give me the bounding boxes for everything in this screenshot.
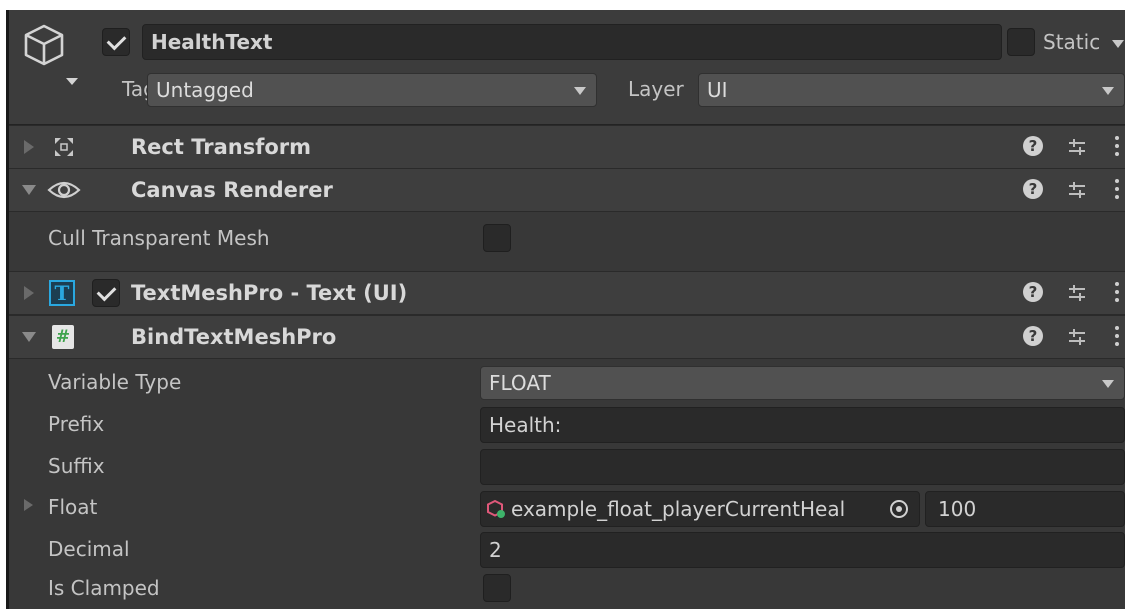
- foldout-expanded-icon[interactable]: [22, 185, 36, 195]
- canvas-renderer-header[interactable]: Canvas Renderer ?: [6, 168, 1125, 212]
- component-header-icons: ?: [1015, 316, 1125, 358]
- component-header-icons: ?: [1015, 169, 1125, 211]
- static-dropdown-icon[interactable]: [1112, 40, 1124, 48]
- cull-transparent-mesh-label: Cull Transparent Mesh: [48, 226, 270, 250]
- kebab-menu-icon[interactable]: [1115, 282, 1119, 306]
- component-header-icons: ?: [1015, 126, 1125, 168]
- eye-icon: [46, 176, 82, 204]
- layer-label: Layer: [628, 77, 684, 101]
- chevron-down-icon: [1102, 380, 1114, 388]
- float-label: Float: [48, 495, 98, 519]
- variable-type-label: Variable Type: [48, 370, 182, 394]
- help-icon[interactable]: ?: [1023, 326, 1043, 346]
- foldout-expanded-icon[interactable]: [22, 332, 36, 342]
- is-clamped-checkbox[interactable]: [483, 574, 511, 602]
- rect-transform-icon: [52, 135, 76, 159]
- suffix-input[interactable]: [480, 449, 1125, 485]
- float-reference-name: example_float_playerCurrentHeal: [511, 497, 846, 521]
- presets-icon[interactable]: [1067, 180, 1087, 204]
- chevron-down-icon: [574, 87, 586, 95]
- is-clamped-label: Is Clamped: [48, 576, 160, 600]
- component-title: TextMeshPro - Text (UI): [131, 281, 408, 305]
- float-value-input[interactable]: 100: [925, 491, 1125, 527]
- tag-dropdown[interactable]: Untagged: [147, 73, 597, 107]
- help-icon[interactable]: ?: [1023, 179, 1043, 199]
- kebab-menu-icon[interactable]: [1115, 136, 1119, 160]
- presets-icon[interactable]: [1067, 137, 1087, 161]
- object-picker-icon[interactable]: [886, 496, 912, 522]
- kebab-menu-icon[interactable]: [1115, 179, 1119, 203]
- csharp-script-icon: #: [52, 325, 74, 349]
- scriptable-object-icon: [486, 499, 506, 519]
- rect-transform-header[interactable]: Rect Transform ?: [6, 125, 1125, 169]
- textmeshpro-header[interactable]: T TextMeshPro - Text (UI) ?: [6, 271, 1125, 315]
- presets-icon[interactable]: [1067, 283, 1087, 307]
- component-header-icons: ?: [1015, 272, 1125, 314]
- component-title: BindTextMeshPro: [131, 325, 337, 349]
- variable-type-value: FLOAT: [489, 371, 551, 395]
- help-icon[interactable]: ?: [1023, 136, 1043, 156]
- object-name-input[interactable]: HealthText: [142, 24, 1002, 60]
- component-title: Rect Transform: [131, 135, 312, 159]
- tmp-text-icon: T: [49, 280, 75, 306]
- gameobject-header: HealthText Static Tag Untagged Layer UI: [6, 10, 1125, 126]
- active-checkbox[interactable]: [102, 28, 130, 56]
- inspector-panel: HealthText Static Tag Untagged Layer UI …: [6, 10, 1125, 609]
- static-checkbox[interactable]: [1007, 28, 1035, 56]
- float-object-field[interactable]: example_float_playerCurrentHeal: [480, 491, 920, 527]
- cull-transparent-mesh-checkbox[interactable]: [483, 224, 511, 252]
- float-foldout-icon[interactable]: [24, 499, 33, 511]
- foldout-collapsed-icon[interactable]: [24, 140, 34, 154]
- component-title: Canvas Renderer: [131, 178, 333, 202]
- suffix-label: Suffix: [48, 454, 105, 478]
- static-label[interactable]: Static: [1043, 27, 1100, 57]
- decimal-input[interactable]: 2: [480, 532, 1125, 568]
- chevron-down-icon: [1102, 87, 1114, 95]
- prefix-input[interactable]: Health:: [480, 407, 1125, 443]
- decimal-label: Decimal: [48, 537, 130, 561]
- bindtextmeshpro-header[interactable]: # BindTextMeshPro ?: [6, 315, 1125, 359]
- kebab-menu-icon[interactable]: [1115, 326, 1119, 350]
- foldout-collapsed-icon[interactable]: [24, 286, 34, 300]
- cube-icon[interactable]: [20, 22, 82, 86]
- help-icon[interactable]: ?: [1023, 282, 1043, 302]
- layer-value: UI: [707, 78, 728, 102]
- presets-icon[interactable]: [1067, 327, 1087, 351]
- layer-dropdown[interactable]: UI: [698, 73, 1125, 107]
- variable-type-dropdown[interactable]: FLOAT: [480, 366, 1125, 400]
- tag-value: Untagged: [156, 78, 254, 102]
- prefix-label: Prefix: [48, 412, 105, 436]
- component-enabled-checkbox[interactable]: [92, 279, 120, 307]
